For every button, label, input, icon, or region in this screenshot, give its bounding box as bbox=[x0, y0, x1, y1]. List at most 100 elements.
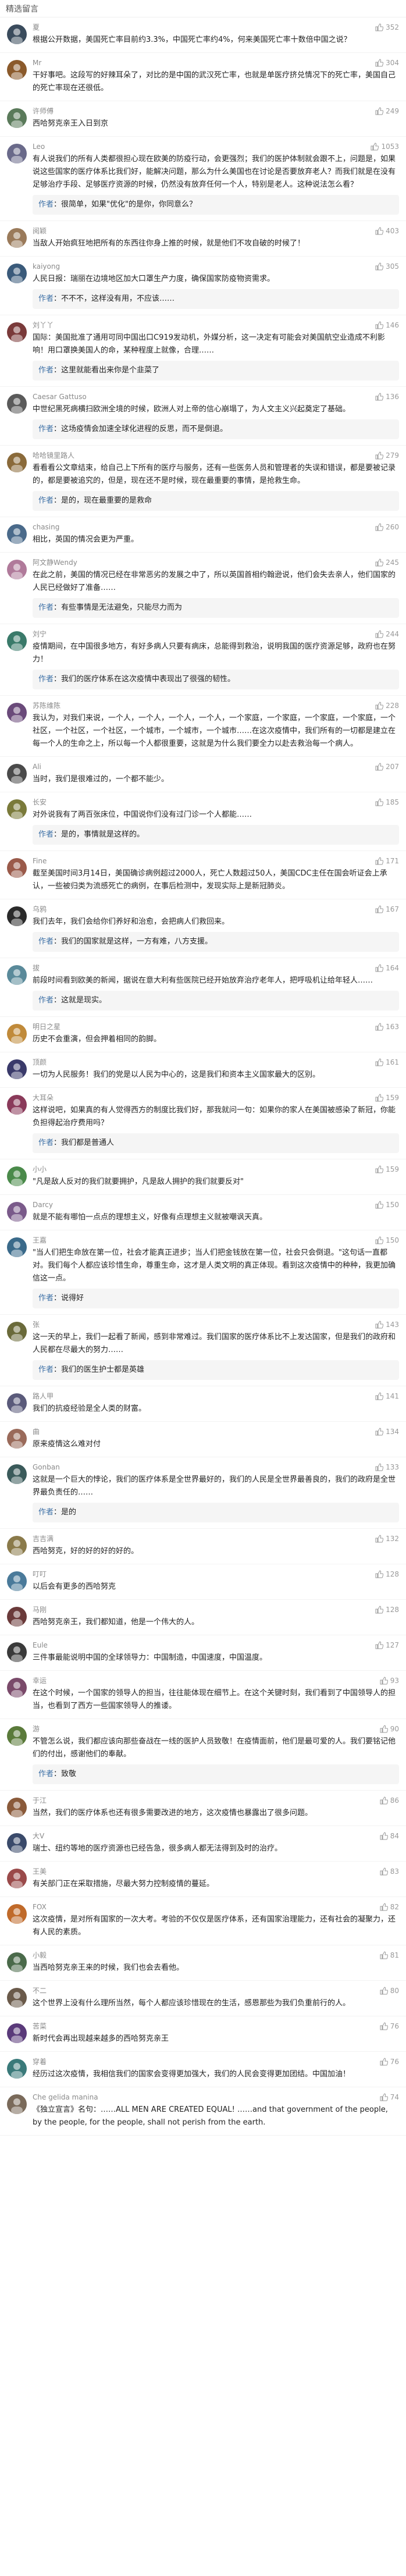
comment-username[interactable]: 乌鸦 bbox=[33, 904, 399, 915]
like-button[interactable]: 134 bbox=[375, 1428, 399, 1436]
comment-username[interactable]: 阅颖 bbox=[33, 226, 399, 236]
like-button[interactable]: 245 bbox=[375, 558, 399, 567]
avatar[interactable] bbox=[7, 1536, 27, 1556]
avatar[interactable] bbox=[7, 1237, 27, 1257]
like-button[interactable]: 352 bbox=[375, 23, 399, 31]
like-button[interactable]: 244 bbox=[375, 630, 399, 638]
like-button[interactable]: 164 bbox=[375, 964, 399, 972]
comment-username[interactable]: Fine bbox=[33, 856, 399, 866]
like-button[interactable]: 132 bbox=[375, 1535, 399, 1543]
comment-username[interactable]: 幸运 bbox=[33, 1675, 399, 1686]
like-button[interactable]: 207 bbox=[375, 763, 399, 771]
comment-username[interactable]: Eule bbox=[33, 1640, 399, 1650]
like-button[interactable]: 136 bbox=[375, 393, 399, 401]
avatar[interactable] bbox=[7, 703, 27, 723]
comment-username[interactable]: 刘宁 bbox=[33, 629, 399, 639]
comment-username[interactable]: Caesar Gattuso bbox=[33, 392, 399, 402]
avatar[interactable] bbox=[7, 1988, 27, 2008]
avatar[interactable] bbox=[7, 631, 27, 651]
comment-username[interactable]: kaiyong bbox=[33, 261, 399, 272]
like-button[interactable]: 159 bbox=[375, 1165, 399, 1173]
comment-username[interactable]: 夏 bbox=[33, 22, 399, 33]
like-button[interactable]: 93 bbox=[380, 1677, 399, 1685]
avatar[interactable] bbox=[7, 1726, 27, 1746]
comment-username[interactable]: 穿着 bbox=[33, 2056, 399, 2067]
avatar[interactable] bbox=[7, 2023, 27, 2043]
like-button[interactable]: 74 bbox=[380, 2093, 399, 2101]
comment-username[interactable]: 苏陈维陈 bbox=[33, 700, 399, 711]
avatar[interactable] bbox=[7, 1678, 27, 1698]
comment-username[interactable]: 张 bbox=[33, 1319, 399, 1330]
like-button[interactable]: 163 bbox=[375, 1023, 399, 1031]
like-button[interactable]: 304 bbox=[375, 59, 399, 67]
avatar[interactable] bbox=[7, 1166, 27, 1186]
comment-username[interactable]: Ali bbox=[33, 762, 399, 772]
avatar[interactable] bbox=[7, 1833, 27, 1853]
like-button[interactable]: 161 bbox=[375, 1058, 399, 1066]
comment-username[interactable]: 小小 bbox=[33, 1164, 399, 1175]
avatar[interactable] bbox=[7, 799, 27, 819]
like-button[interactable]: 82 bbox=[380, 1903, 399, 1911]
comment-username[interactable]: 王嘉 bbox=[33, 1235, 399, 1246]
like-button[interactable]: 141 bbox=[375, 1392, 399, 1400]
avatar[interactable] bbox=[7, 1869, 27, 1888]
avatar[interactable] bbox=[7, 1464, 27, 1484]
like-button[interactable]: 127 bbox=[375, 1641, 399, 1649]
comment-username[interactable]: 刘丫丫 bbox=[33, 320, 399, 330]
like-button[interactable]: 305 bbox=[375, 262, 399, 271]
comment-username[interactable]: 叮叮 bbox=[33, 1569, 399, 1579]
avatar[interactable] bbox=[7, 1571, 27, 1591]
comment-username[interactable]: FOX bbox=[33, 1902, 399, 1912]
like-button[interactable]: 128 bbox=[375, 1570, 399, 1578]
avatar[interactable] bbox=[7, 2059, 27, 2079]
like-button[interactable]: 83 bbox=[380, 1867, 399, 1876]
like-button[interactable]: 403 bbox=[375, 227, 399, 235]
avatar[interactable] bbox=[7, 264, 27, 283]
comment-username[interactable]: 拔 bbox=[33, 963, 399, 973]
avatar[interactable] bbox=[7, 1322, 27, 1342]
avatar[interactable] bbox=[7, 965, 27, 985]
comment-username[interactable]: 于江 bbox=[33, 1795, 399, 1806]
comment-username[interactable]: 不二 bbox=[33, 1986, 399, 1996]
avatar[interactable] bbox=[7, 1642, 27, 1662]
avatar[interactable] bbox=[7, 1798, 27, 1817]
like-button[interactable]: 80 bbox=[380, 1987, 399, 1995]
comment-username[interactable]: 路人甲 bbox=[33, 1391, 399, 1401]
avatar[interactable] bbox=[7, 228, 27, 248]
comment-username[interactable]: 马刚 bbox=[33, 1604, 399, 1615]
avatar[interactable] bbox=[7, 524, 27, 544]
avatar[interactable] bbox=[7, 322, 27, 342]
comment-username[interactable]: Leo bbox=[33, 141, 399, 152]
avatar[interactable] bbox=[7, 1952, 27, 1972]
like-button[interactable]: 133 bbox=[375, 1463, 399, 1471]
like-button[interactable]: 249 bbox=[375, 107, 399, 115]
like-button[interactable]: 76 bbox=[380, 2022, 399, 2030]
avatar[interactable] bbox=[7, 764, 27, 784]
like-button[interactable]: 150 bbox=[375, 1236, 399, 1244]
comment-username[interactable]: 吉吉满 bbox=[33, 1533, 399, 1544]
like-button[interactable]: 146 bbox=[375, 321, 399, 329]
comment-username[interactable]: chasing bbox=[33, 522, 399, 532]
like-button[interactable]: 90 bbox=[380, 1725, 399, 1733]
comment-username[interactable]: Gonban bbox=[33, 1462, 399, 1472]
avatar[interactable] bbox=[7, 108, 27, 128]
avatar[interactable] bbox=[7, 394, 27, 414]
avatar[interactable] bbox=[7, 1059, 27, 1079]
avatar[interactable] bbox=[7, 1607, 27, 1627]
comment-username[interactable]: 大耳朵 bbox=[33, 1093, 399, 1103]
avatar[interactable] bbox=[7, 560, 27, 579]
avatar[interactable] bbox=[7, 144, 27, 163]
avatar[interactable] bbox=[7, 1904, 27, 1924]
like-button[interactable]: 128 bbox=[375, 1606, 399, 1614]
avatar[interactable] bbox=[7, 1429, 27, 1449]
like-button[interactable]: 86 bbox=[380, 1796, 399, 1805]
avatar[interactable] bbox=[7, 1095, 27, 1115]
comment-username[interactable]: 小毅 bbox=[33, 1950, 399, 1961]
like-button[interactable]: 171 bbox=[375, 857, 399, 865]
comment-username[interactable]: 顶颜 bbox=[33, 1057, 399, 1068]
like-button[interactable]: 76 bbox=[380, 2058, 399, 2066]
comment-username[interactable]: Mr bbox=[33, 58, 399, 68]
like-button[interactable]: 1053 bbox=[371, 143, 399, 151]
like-button[interactable]: 81 bbox=[380, 1951, 399, 1959]
comment-username[interactable]: 阿文静Wendy bbox=[33, 557, 399, 568]
